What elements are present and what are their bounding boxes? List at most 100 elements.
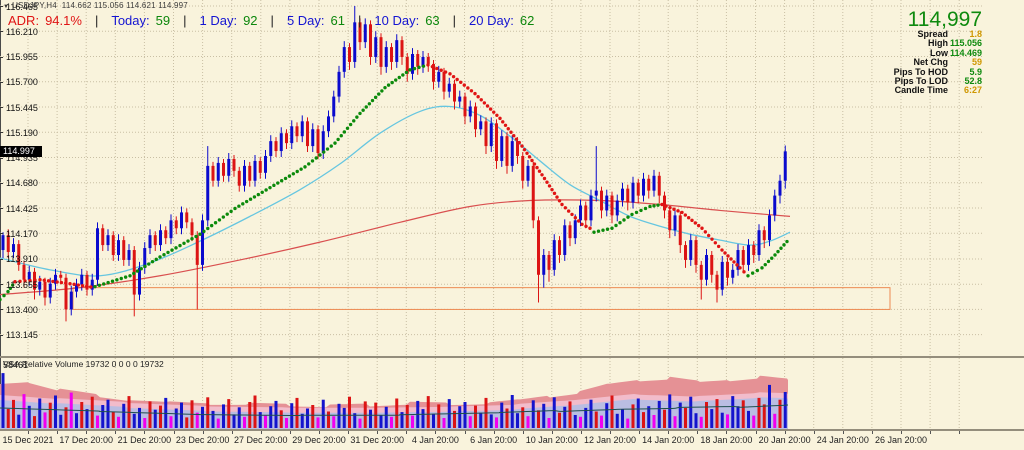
trend-ma-dot (106, 280, 110, 285)
volume-bar (657, 400, 661, 428)
volume-bar (437, 404, 441, 428)
trend-ma-dot (522, 147, 527, 152)
volume-indicator-title: VSA Relative Volume 19732 0 0 0 0 19732 (3, 359, 164, 369)
adr-item: 20 Day: 62 (469, 13, 534, 28)
volume-bar (1, 373, 5, 428)
time-tick (697, 431, 699, 434)
volume-bar (778, 399, 782, 428)
candle-body (201, 220, 204, 265)
candle-body (258, 160, 262, 173)
volume-bar (626, 418, 630, 428)
volume-bar (731, 396, 735, 428)
trend-ma-dot (492, 110, 496, 114)
volume-bar (80, 402, 84, 428)
trend-ma-dot (501, 120, 505, 124)
trend-ma-dot (537, 169, 542, 173)
volume-bar (694, 413, 698, 428)
trend-ma-dot (690, 218, 694, 223)
time-label: 23 Dec 20:00 (175, 435, 230, 445)
price-tick-label: 116.465 (6, 1, 38, 12)
trend-ma-dot (264, 188, 268, 192)
trend-ma-dot (700, 226, 704, 230)
volume-bar (174, 408, 178, 428)
volume-bar (12, 399, 15, 428)
candle-body (353, 22, 357, 62)
volume-bar (783, 392, 787, 428)
candle-body (710, 254, 714, 275)
ohlc-values: 114.662 115.056 114.621 114.997 (61, 1, 188, 10)
volume-bar (153, 409, 157, 428)
candle-body (542, 254, 546, 275)
volume-bar (379, 415, 383, 428)
volume-bar (33, 416, 36, 428)
trend-ma-dot (473, 91, 477, 96)
candle-body (600, 190, 603, 211)
trend-ma-dot (0, 297, 2, 302)
price-tick-label: 115.700 (6, 77, 38, 88)
adr-indicator-bar: ADR: 94.1% | Today: 59 | 1 Day: 92 | 5 Day: 61 | 10 … (8, 13, 534, 28)
time-tick (319, 431, 320, 434)
time-label: 27 Dec 20:00 (234, 435, 288, 445)
time-axis[interactable]: 15 Dec 2021 17 Dec 20:00 21 Dec 20:00 23 De… (0, 431, 1024, 450)
trend-ma-dot (668, 205, 672, 210)
rectangle-zone[interactable] (72, 287, 891, 310)
volume-bar (699, 416, 703, 428)
candle-body (48, 283, 52, 298)
volume-bar (143, 418, 147, 428)
trend-ma-dot (532, 162, 537, 166)
volume-bar (673, 416, 677, 428)
trend-ma-dot (482, 101, 487, 105)
volume-bar (227, 399, 231, 428)
volume-bar (316, 417, 320, 428)
time-label: 17 Dec 20:00 (59, 435, 113, 445)
time-tick (231, 431, 233, 434)
trend-ma-dot (64, 281, 68, 285)
time-tick (435, 431, 437, 434)
trend-ma-dot (217, 218, 222, 222)
volume-bar (762, 404, 766, 428)
trend-ma-dot (89, 285, 93, 289)
trend-ma-dot (119, 276, 123, 281)
time-tick (784, 431, 786, 434)
volume-bar (563, 406, 567, 428)
price-tick-mark (0, 6, 3, 7)
trend-ma-dot (412, 66, 417, 71)
candle-body (127, 250, 131, 260)
trend-ma-dot (540, 173, 544, 177)
trend-ma-dot (576, 219, 581, 223)
price-tick-mark (0, 107, 3, 108)
candle-body (232, 158, 236, 171)
trend-ma-dot (520, 144, 524, 148)
candle-body (510, 141, 514, 166)
trend-ma-dot (639, 208, 643, 213)
time-label: 15 Dec 2021 (2, 435, 54, 445)
candle-body (453, 83, 456, 102)
trend-ma-dot (742, 270, 746, 274)
trend-ma-dot (97, 283, 102, 288)
candle-body (164, 230, 168, 239)
volume-bar (38, 398, 42, 428)
trend-ma-dot (355, 115, 359, 119)
trend-ma-dot (229, 209, 233, 214)
main-chart-canvas[interactable] (0, 0, 984, 356)
trend-ma-dot (279, 179, 284, 183)
candle-body (306, 121, 309, 147)
volume-bar (426, 396, 430, 428)
trend-ma-dot (367, 102, 372, 106)
trend-ma-dot (435, 66, 439, 71)
volume-bar (647, 406, 651, 428)
volume-bar (752, 415, 756, 428)
volume-bar (642, 412, 645, 428)
info-row-label: Candle Time (894, 85, 948, 96)
volume-bar (474, 405, 477, 428)
adr-item: 5 Day: 61 (287, 13, 345, 28)
candle-body (757, 230, 761, 255)
trend-ma-dot (732, 260, 736, 264)
trend-ma-dot (38, 278, 42, 282)
candle-body (579, 205, 582, 221)
trend-ma-dot (51, 279, 55, 284)
candle-body (274, 141, 278, 152)
price-tick-label: 116.210 (6, 26, 38, 37)
trend-ma-dot (652, 204, 656, 208)
time-label: 21 Dec 20:00 (117, 435, 172, 445)
